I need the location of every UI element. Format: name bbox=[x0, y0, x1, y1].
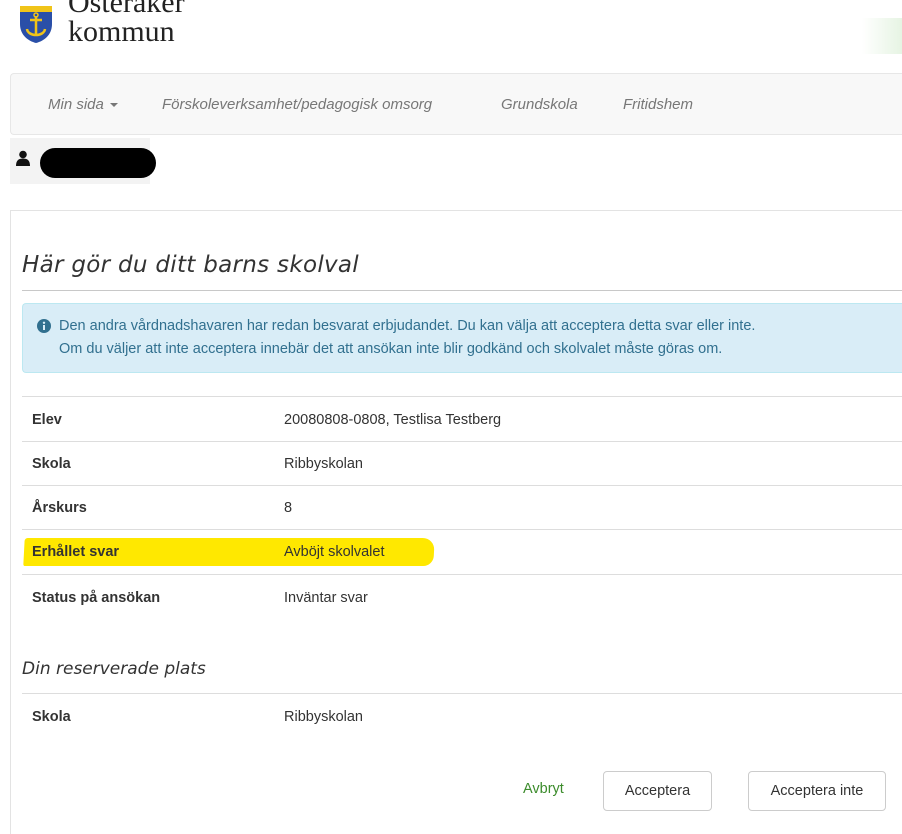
nav-item-fritidshem[interactable]: Fritidshem bbox=[623, 96, 693, 113]
table-divider bbox=[22, 396, 902, 397]
detail-value-erhallet-svar: Avböjt skolvalet bbox=[284, 544, 385, 560]
table-divider bbox=[22, 485, 902, 486]
detail-label-skola: Skola bbox=[32, 456, 71, 472]
table-divider bbox=[22, 529, 902, 530]
title-divider bbox=[22, 290, 902, 291]
corner-decoration bbox=[862, 18, 902, 54]
user-icon bbox=[16, 150, 30, 166]
logo-name: kommun bbox=[68, 15, 175, 48]
detail-label-erhallet-svar: Erhållet svar bbox=[32, 544, 120, 560]
info-icon bbox=[37, 319, 51, 333]
redacted-user-name bbox=[40, 148, 156, 178]
detail-value-elev: 20080808-0808, Testlisa Testberg bbox=[284, 412, 502, 428]
detail-value-arskurs: 8 bbox=[284, 500, 293, 516]
reserved-value-skola: Ribbyskolan bbox=[284, 709, 363, 725]
alert-text-line-1: Den andra vårdnadshavaren har redan besv… bbox=[59, 318, 756, 334]
user-bar bbox=[10, 138, 156, 184]
site-logo[interactable]: Österåker kommun bbox=[8, 0, 308, 50]
reserved-label-skola: Skola bbox=[32, 709, 71, 725]
nav-item-grundskola[interactable]: Grundskola bbox=[501, 96, 578, 113]
accept-button[interactable]: Acceptera bbox=[603, 771, 712, 811]
table-divider bbox=[22, 574, 902, 575]
detail-label-arskurs: Årskurs bbox=[32, 500, 87, 516]
page-title: Här gör du ditt barns skolval bbox=[22, 252, 359, 278]
detail-value-skola: Ribbyskolan bbox=[284, 456, 363, 472]
nav-item-label: Min sida bbox=[48, 96, 104, 113]
table-divider bbox=[22, 441, 902, 442]
info-alert: Den andra vårdnadshavaren har redan besv… bbox=[22, 303, 902, 373]
reserved-section-title: Din reserverade plats bbox=[22, 659, 206, 679]
cancel-link[interactable]: Avbryt bbox=[523, 781, 564, 797]
alert-text-line-2: Om du väljer att inte acceptera innebär … bbox=[59, 341, 723, 357]
nav-item-forskoleverksamhet[interactable]: Förskoleverksamhet/pedagogisk omsorg bbox=[162, 96, 432, 113]
coat-of-arms-icon bbox=[20, 6, 52, 43]
decline-button[interactable]: Acceptera inte bbox=[748, 771, 886, 811]
nav-item-min-sida[interactable]: Min sida bbox=[48, 96, 118, 113]
chevron-down-icon bbox=[109, 103, 118, 108]
detail-label-status: Status på ansökan bbox=[32, 590, 161, 606]
detail-label-elev: Elev bbox=[32, 412, 62, 428]
main-navbar: Min sida Förskoleverksamhet/pedagogisk o… bbox=[10, 73, 902, 135]
table-divider bbox=[22, 693, 902, 694]
detail-value-status: Inväntar svar bbox=[284, 590, 368, 606]
